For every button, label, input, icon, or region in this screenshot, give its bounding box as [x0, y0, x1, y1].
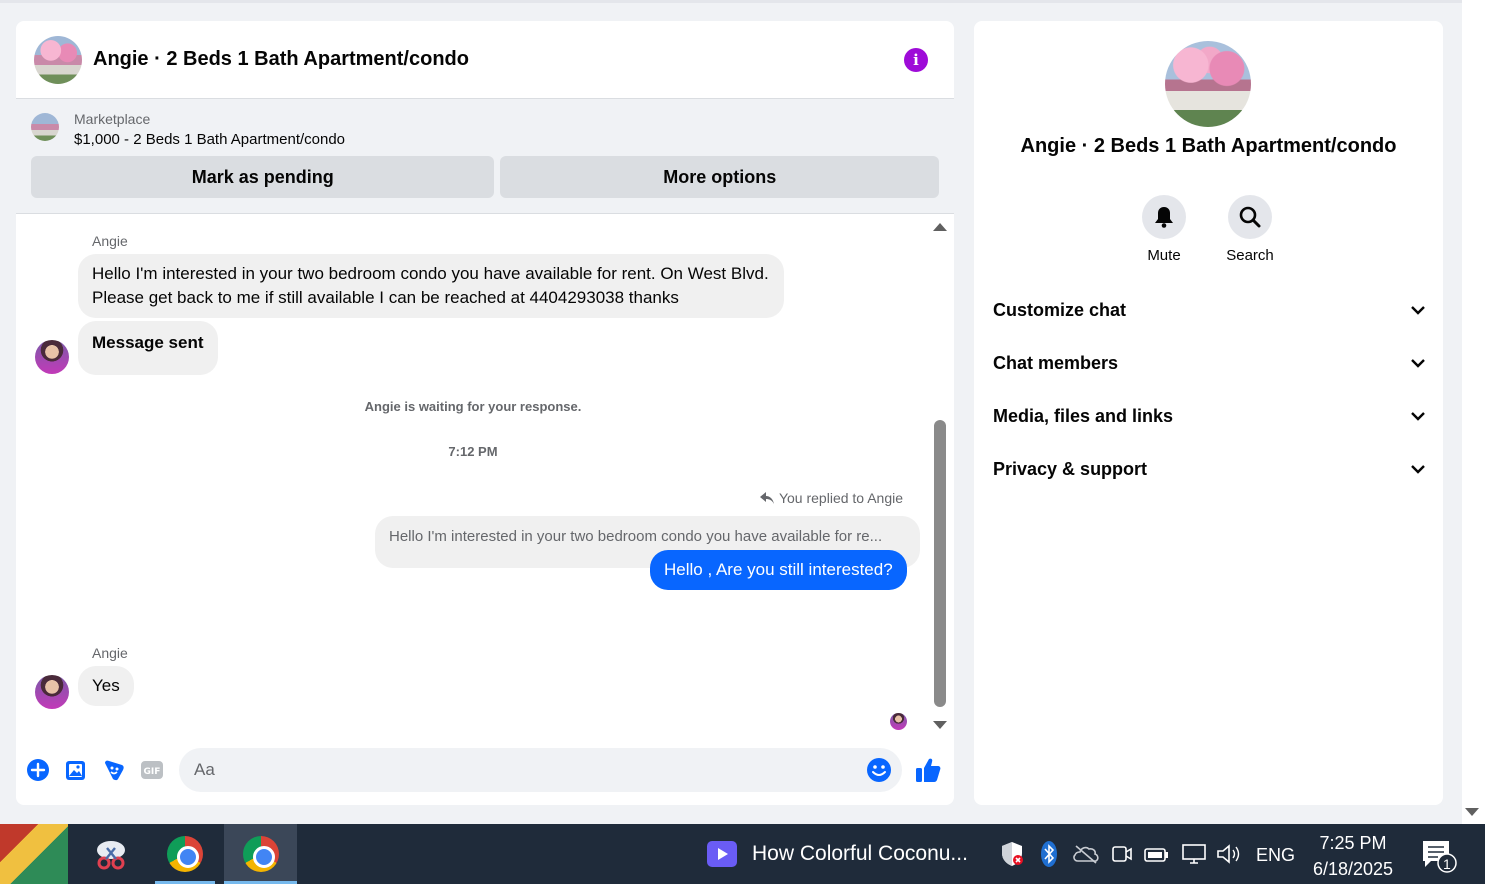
video-player-icon[interactable] [702, 824, 742, 884]
sticker-icon[interactable] [101, 757, 127, 783]
section-label: Privacy & support [993, 458, 1148, 479]
chevron-down-icon [1411, 411, 1425, 421]
battery-icon[interactable] [1144, 845, 1170, 868]
section-privacy-support[interactable]: Privacy & support [993, 449, 1425, 489]
message-input-box[interactable] [179, 748, 902, 792]
scroll-down-icon[interactable] [933, 721, 947, 729]
notification-center-icon[interactable] [1421, 839, 1461, 878]
plus-icon[interactable] [25, 757, 51, 783]
network-icon[interactable] [1181, 843, 1207, 870]
message-sender: Angie [92, 233, 128, 249]
more-options-button[interactable]: More options [500, 156, 939, 198]
chat-panel: Angie · 2 Beds 1 Bath Apartment/condo i … [16, 21, 954, 805]
bell-icon [1155, 207, 1173, 228]
mute-circle[interactable] [1142, 195, 1186, 239]
meet-now-icon[interactable] [1112, 843, 1132, 870]
snipping-tool-icon[interactable] [82, 824, 140, 884]
chevron-down-icon [1411, 305, 1425, 315]
marketplace-actions: Mark as pending More options [31, 156, 939, 198]
top-divider [0, 0, 1462, 3]
section-label: Chat members [993, 352, 1119, 373]
info-avatar[interactable] [1165, 41, 1251, 127]
marketplace-bar: Marketplace $1,000 - 2 Beds 1 Bath Apart… [16, 99, 954, 214]
clock-time: 7:25 PM [1319, 833, 1387, 853]
thumbs-up-icon[interactable] [914, 756, 942, 789]
section-label: Media, files and links [993, 405, 1174, 426]
chat-title[interactable]: Angie · 2 Beds 1 Bath Apartment/condo [93, 48, 904, 71]
onedrive-icon[interactable] [1072, 844, 1100, 869]
message-bubble-sent[interactable]: Hello , Are you still interested? [650, 550, 907, 590]
mute-label: Mute [1147, 247, 1181, 264]
scrollbar-thumb[interactable] [934, 420, 946, 707]
chrome-icon [167, 836, 203, 872]
clock[interactable]: 7:25 PM 6/18/2025 [1308, 830, 1398, 882]
taskbar: How Colorful Coconu... ENG 7:25 PM 6/18/… [0, 824, 1485, 884]
page-scroll-down-icon[interactable] [1465, 808, 1479, 816]
search-icon [1239, 206, 1261, 228]
info-title: Angie · 2 Beds 1 Bath Apartment/condo [1020, 135, 1397, 157]
waiting-notice: Angie is waiting for your response. [364, 399, 582, 414]
reply-arrow-icon [759, 492, 774, 504]
clock-date: 6/18/2025 [1312, 859, 1394, 879]
message-bubble-received[interactable]: Message sent [78, 321, 218, 375]
bluetooth-icon[interactable] [1040, 840, 1058, 873]
chevron-down-icon [1411, 358, 1425, 368]
gif-icon[interactable]: GIF [139, 757, 165, 783]
marketplace-label: Marketplace [74, 111, 151, 127]
timestamp: 7:12 PM [448, 444, 498, 459]
chrome-profile-taskbar-button[interactable] [224, 824, 297, 884]
language-indicator[interactable]: ENG [1256, 845, 1295, 866]
page-scroll-track[interactable] [1462, 0, 1485, 824]
section-label: Customize chat [993, 299, 1127, 320]
mute-button[interactable]: Mute [1129, 195, 1199, 264]
photo-icon[interactable] [63, 757, 89, 783]
volume-icon[interactable] [1216, 843, 1242, 870]
message-input[interactable] [194, 760, 834, 780]
search-label: Search [1226, 247, 1274, 264]
message-bubble-received[interactable]: Hello I'm interested in your two bedroom… [78, 254, 784, 318]
seen-indicator-avatar [890, 713, 907, 730]
notification-count: 1 [1443, 856, 1451, 872]
message-bubble-received[interactable]: Yes [78, 666, 134, 706]
svg-text:GIF: GIF [144, 767, 161, 777]
listing-title[interactable]: $1,000 - 2 Beds 1 Bath Apartment/condo [74, 129, 345, 151]
section-customize-chat[interactable]: Customize chat [993, 290, 1425, 330]
media-title[interactable]: How Colorful Coconu... [752, 842, 968, 866]
info-icon[interactable]: i [904, 47, 928, 72]
marketplace-listing-row[interactable]: Marketplace $1,000 - 2 Beds 1 Bath Apart… [31, 109, 939, 151]
section-chat-members[interactable]: Chat members [993, 343, 1425, 383]
sender-avatar[interactable] [35, 340, 69, 374]
message-scrollbar[interactable] [930, 215, 954, 735]
composer: GIF [16, 743, 954, 797]
search-circle[interactable] [1228, 195, 1272, 239]
reply-indicator: You replied to Angie [759, 490, 903, 506]
info-panel: Angie · 2 Beds 1 Bath Apartment/condo Mu… [974, 21, 1443, 805]
reply-indicator-label: You replied to Angie [778, 490, 903, 506]
emoji-icon[interactable] [866, 757, 892, 788]
chevron-down-icon [1411, 464, 1425, 474]
scroll-up-icon[interactable] [933, 223, 947, 231]
chrome-taskbar-button[interactable] [155, 824, 215, 884]
message-list[interactable]: Angie Hello I'm interested in your two b… [16, 215, 930, 735]
section-media-files-links[interactable]: Media, files and links [993, 396, 1425, 436]
start-picnic-icon[interactable] [0, 824, 68, 884]
message-sender: Angie [92, 645, 128, 661]
listing-thumbnail[interactable] [31, 113, 59, 141]
sender-avatar[interactable] [35, 675, 69, 709]
security-shield-icon[interactable] [1000, 841, 1024, 872]
search-button[interactable]: Search [1215, 195, 1285, 264]
chat-avatar[interactable] [34, 35, 82, 84]
mark-as-pending-button[interactable]: Mark as pending [31, 156, 495, 198]
listing-text: Marketplace $1,000 - 2 Beds 1 Bath Apart… [74, 109, 345, 151]
chrome-profile-icon [242, 836, 279, 872]
chat-header: Angie · 2 Beds 1 Bath Apartment/condo i [16, 21, 954, 99]
